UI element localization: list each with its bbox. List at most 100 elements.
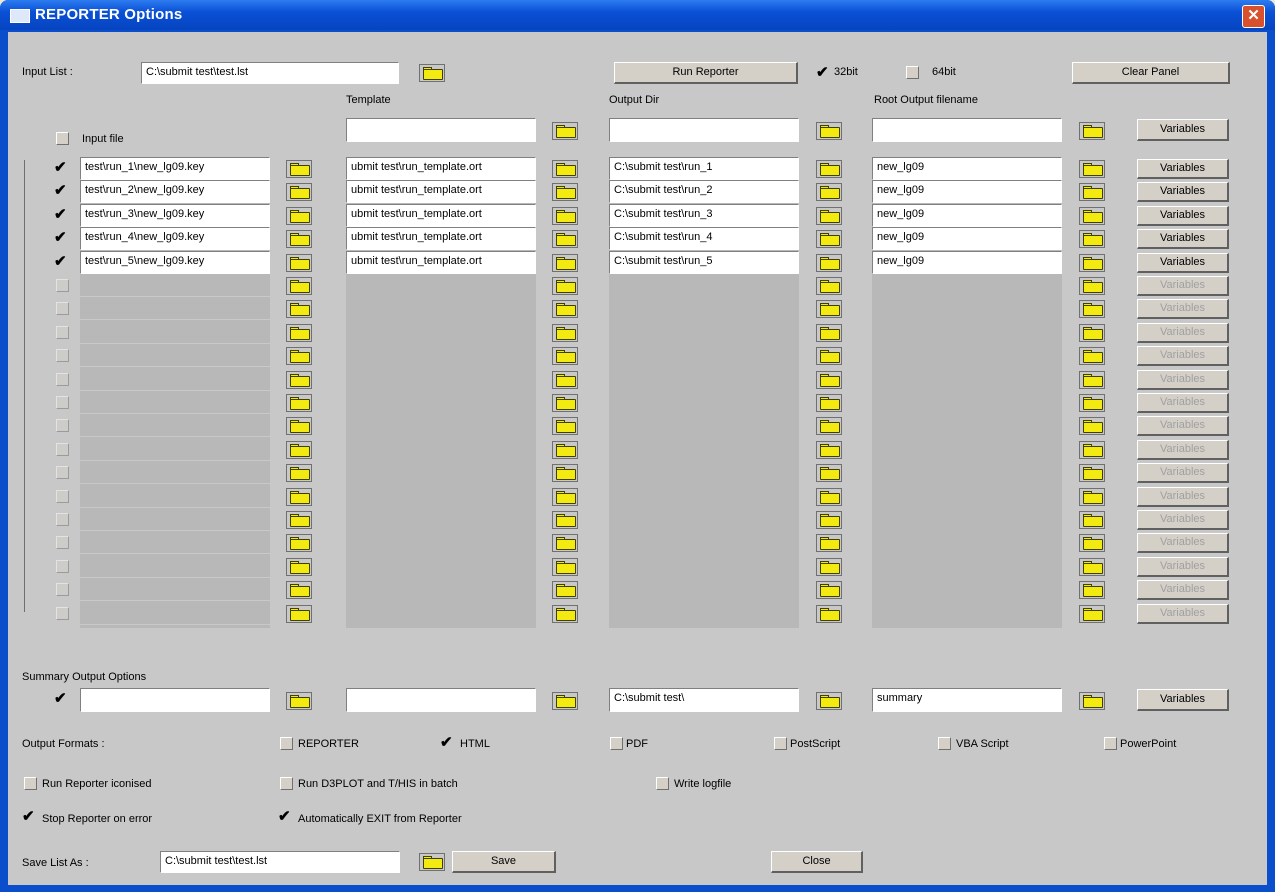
row-template-folder-icon[interactable] [552,300,578,318]
32bit-checkbox[interactable]: ✔ [816,65,829,80]
summary-root-folder-icon[interactable] [1079,692,1105,710]
row-root-field[interactable]: new_lg09 [872,251,1062,274]
summary-outdir-folder-icon[interactable] [816,692,842,710]
row-root-folder-icon[interactable] [1079,534,1105,552]
row-template-folder-icon[interactable] [552,511,578,529]
input-list-folder-icon[interactable] [419,64,445,82]
row-template-folder-icon[interactable] [552,254,578,272]
summary-input-folder-icon[interactable] [286,692,312,710]
row-checkbox[interactable] [56,560,69,573]
row-root-field[interactable]: new_lg09 [872,204,1062,227]
row-outdir-folder-icon[interactable] [816,254,842,272]
row-outdir-folder-icon[interactable] [816,160,842,178]
format-html-checkbox[interactable]: ✔ [440,735,453,750]
row-template-folder-icon[interactable] [552,441,578,459]
row-outdir-field[interactable]: C:\submit test\run_5 [609,251,799,274]
row-template-folder-icon[interactable] [552,464,578,482]
row-template-folder-icon[interactable] [552,277,578,295]
row-template-field[interactable]: ubmit test\run_template.ort [346,157,536,180]
row-root-folder-icon[interactable] [1079,394,1105,412]
row-input-folder-icon[interactable] [286,605,312,623]
input-list-field[interactable]: C:\submit test\test.lst [141,62,399,84]
row-checkbox[interactable]: ✔ [54,254,67,269]
row-input-folder-icon[interactable] [286,160,312,178]
row-checkbox[interactable]: ✔ [54,183,67,198]
row-outdir-folder-icon[interactable] [816,371,842,389]
row-input-folder-icon[interactable] [286,371,312,389]
scrollbar[interactable] [24,160,29,612]
row-root-folder-icon[interactable] [1079,160,1105,178]
root-global-folder-icon[interactable] [1079,122,1105,140]
run-reporter-button[interactable]: Run Reporter [614,62,798,84]
row-outdir-folder-icon[interactable] [816,277,842,295]
row-outdir-folder-icon[interactable] [816,605,842,623]
row-input-folder-icon[interactable] [286,417,312,435]
row-root-folder-icon[interactable] [1079,207,1105,225]
row-template-folder-icon[interactable] [552,417,578,435]
row-checkbox[interactable]: ✔ [54,207,67,222]
row-root-folder-icon[interactable] [1079,464,1105,482]
row-template-field[interactable]: ubmit test\run_template.ort [346,227,536,250]
row-root-field[interactable]: new_lg09 [872,227,1062,250]
row-variables-button[interactable]: Variables [1137,463,1229,483]
row-input-folder-icon[interactable] [286,230,312,248]
row-checkbox[interactable] [56,279,69,292]
outdir-global-folder-icon[interactable] [816,122,842,140]
row-template-folder-icon[interactable] [552,394,578,412]
row-variables-button[interactable]: Variables [1137,229,1229,249]
format-postscript-checkbox[interactable] [774,737,787,750]
row-variables-button[interactable]: Variables [1137,580,1229,600]
row-template-folder-icon[interactable] [552,183,578,201]
summary-variables-button[interactable]: Variables [1137,689,1229,711]
row-checkbox[interactable] [56,326,69,339]
row-input-folder-icon[interactable] [286,441,312,459]
row-outdir-field[interactable]: C:\submit test\run_2 [609,180,799,203]
row-input-folder-icon[interactable] [286,324,312,342]
row-outdir-folder-icon[interactable] [816,230,842,248]
summary-template-folder-icon[interactable] [552,692,578,710]
row-input-folder-icon[interactable] [286,558,312,576]
row-root-folder-icon[interactable] [1079,605,1105,623]
row-input-field[interactable]: test\run_2\new_lg09.key [80,180,270,203]
row-variables-button[interactable]: Variables [1137,299,1229,319]
row-root-folder-icon[interactable] [1079,230,1105,248]
row-outdir-field[interactable]: C:\submit test\run_4 [609,227,799,250]
row-outdir-folder-icon[interactable] [816,558,842,576]
run-iconised-checkbox[interactable] [24,777,37,790]
row-template-folder-icon[interactable] [552,324,578,342]
row-variables-button[interactable]: Variables [1137,370,1229,390]
row-template-folder-icon[interactable] [552,207,578,225]
template-global-field[interactable] [346,118,536,142]
row-outdir-folder-icon[interactable] [816,441,842,459]
write-logfile-checkbox[interactable] [656,777,669,790]
row-checkbox[interactable] [56,466,69,479]
row-outdir-folder-icon[interactable] [816,488,842,506]
clear-panel-button[interactable]: Clear Panel [1072,62,1230,84]
row-template-field[interactable]: ubmit test\run_template.ort [346,204,536,227]
row-checkbox[interactable] [56,302,69,315]
row-variables-button[interactable]: Variables [1137,276,1229,296]
row-checkbox[interactable] [56,396,69,409]
row-outdir-folder-icon[interactable] [816,324,842,342]
row-variables-button[interactable]: Variables [1137,159,1229,179]
row-template-folder-icon[interactable] [552,230,578,248]
row-variables-button[interactable]: Variables [1137,416,1229,436]
row-checkbox[interactable] [56,349,69,362]
row-input-field[interactable]: test\run_1\new_lg09.key [80,157,270,180]
row-outdir-folder-icon[interactable] [816,394,842,412]
row-template-field[interactable]: ubmit test\run_template.ort [346,251,536,274]
row-template-folder-icon[interactable] [552,605,578,623]
format-pdf-checkbox[interactable] [610,737,623,750]
row-outdir-folder-icon[interactable] [816,183,842,201]
row-input-folder-icon[interactable] [286,511,312,529]
row-outdir-folder-icon[interactable] [816,207,842,225]
row-outdir-folder-icon[interactable] [816,511,842,529]
row-root-folder-icon[interactable] [1079,254,1105,272]
row-root-folder-icon[interactable] [1079,183,1105,201]
row-variables-button[interactable]: Variables [1137,393,1229,413]
row-checkbox[interactable] [56,513,69,526]
save-button[interactable]: Save [452,851,556,873]
row-variables-button[interactable]: Variables [1137,440,1229,460]
row-variables-button[interactable]: Variables [1137,206,1229,226]
row-template-folder-icon[interactable] [552,581,578,599]
